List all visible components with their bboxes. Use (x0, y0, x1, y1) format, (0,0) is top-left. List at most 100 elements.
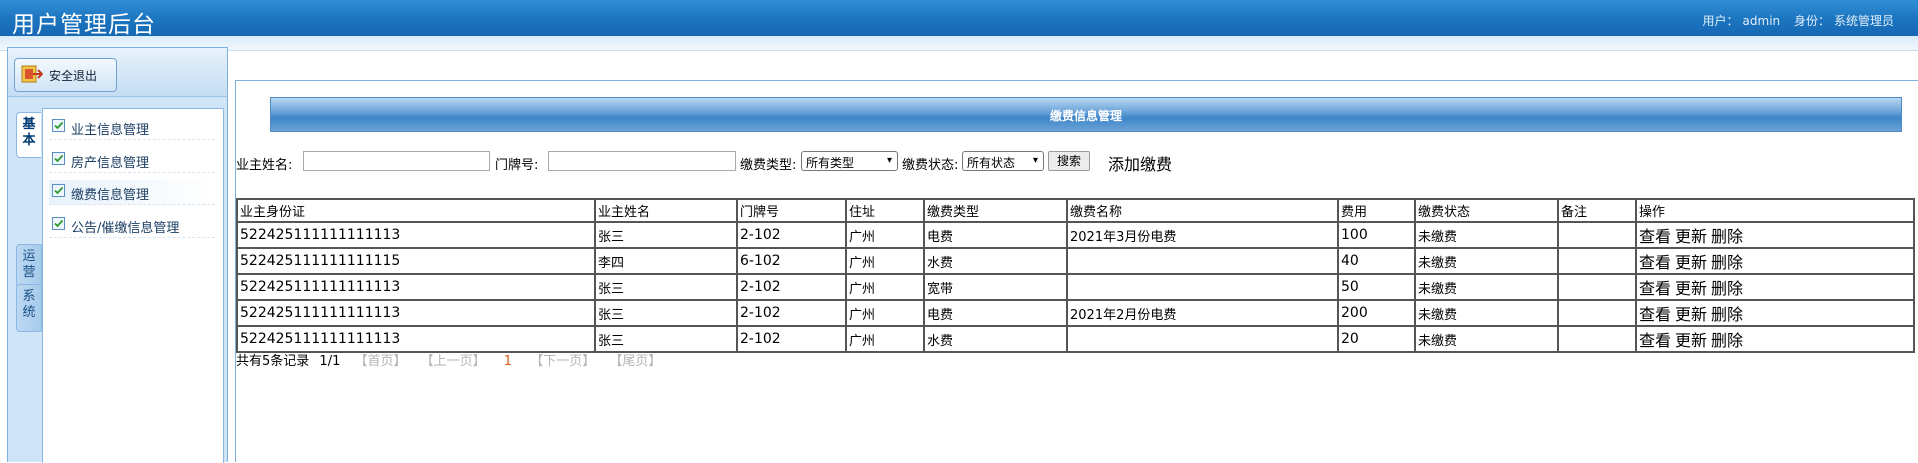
cell-type: 电费 (923, 221, 1068, 249)
sidebar-item-owner[interactable]: 业主信息管理 (49, 115, 215, 140)
header-subbar (0, 36, 1918, 51)
view-link[interactable]: 查看 (1639, 253, 1671, 272)
tab-operation[interactable]: 运营 (16, 244, 42, 288)
tab-basic[interactable]: 基本 (16, 112, 41, 158)
cell-door: 2-102 (736, 273, 847, 301)
cell-amount: 100 (1337, 221, 1416, 249)
cell-owner-name: 张三 (594, 325, 738, 353)
search-button[interactable]: 搜索 (1048, 151, 1090, 171)
app-title: 用户管理后台 (12, 12, 156, 38)
cell-actions: 查看 更新 删除 (1635, 325, 1915, 353)
record-summary: 共有5条记录 (236, 354, 310, 369)
cell-type: 水费 (923, 247, 1068, 275)
delete-link[interactable]: 删除 (1711, 279, 1743, 298)
col-amount: 费用 (1337, 198, 1416, 223)
cell-actions: 查看 更新 删除 (1635, 273, 1915, 301)
cell-owner-name: 张三 (594, 273, 738, 301)
page-count: 1/1 (319, 354, 341, 369)
user-label: 用户： (1702, 14, 1739, 28)
checkbox-icon (52, 184, 65, 197)
payment-type-select[interactable]: 所有类型 ▾ (801, 151, 898, 171)
next-page-link[interactable]: 【下一页】 (530, 354, 595, 369)
checkbox-icon (52, 119, 65, 132)
cell-type: 电费 (923, 299, 1068, 327)
cell-door: 2-102 (736, 325, 847, 353)
role-label: 身份： (1793, 14, 1830, 28)
col-remark: 备注 (1557, 198, 1637, 223)
chevron-down-icon: ▾ (1032, 155, 1038, 166)
cell-amount: 200 (1337, 299, 1416, 327)
user-info: 用户： admin 身份： 系统管理员 (1699, 12, 1894, 29)
cell-type: 水费 (923, 325, 1068, 353)
sidebar-item-property[interactable]: 房产信息管理 (49, 148, 215, 173)
cell-type: 宽带 (923, 273, 1068, 301)
logout-label: 安全退出 (49, 69, 98, 83)
view-link[interactable]: 查看 (1639, 279, 1671, 298)
view-link[interactable]: 查看 (1639, 305, 1671, 324)
door-number-input[interactable] (548, 151, 736, 171)
cell-status: 未缴费 (1414, 273, 1559, 301)
col-type: 缴费类型 (923, 198, 1068, 223)
cell-address: 广州 (845, 221, 925, 249)
owner-name-label: 业主姓名: (236, 158, 293, 173)
view-link[interactable]: 查看 (1639, 227, 1671, 246)
user-name: admin (1742, 14, 1781, 28)
update-link[interactable]: 更新 (1675, 253, 1707, 272)
delete-link[interactable]: 删除 (1711, 227, 1743, 246)
cell-status: 未缴费 (1414, 325, 1559, 353)
sidebar-menu: 业主信息管理 房产信息管理 缴费信息管理 公告/催缴信息管理 (42, 108, 224, 463)
cell-owner-id: 522425111111111113 (236, 325, 596, 353)
logout-button[interactable]: 安全退出 (14, 58, 117, 92)
add-payment-link[interactable]: 添加缴费 (1108, 151, 1172, 175)
col-status: 缴费状态 (1414, 198, 1559, 223)
sidebar-item-payment[interactable]: 缴费信息管理 (49, 180, 215, 205)
cell-status: 未缴费 (1414, 299, 1559, 327)
first-page-link[interactable]: 【首页】 (354, 354, 406, 369)
view-link[interactable]: 查看 (1639, 331, 1671, 350)
col-door: 门牌号 (736, 198, 847, 223)
last-page-link[interactable]: 【尾页】 (609, 354, 661, 369)
cell-owner-id: 522425111111111113 (236, 221, 596, 249)
section-title: 缴费信息管理 (1049, 109, 1122, 123)
cell-remark (1557, 299, 1637, 327)
cell-status: 未缴费 (1414, 247, 1559, 275)
table-row: 522425111111111113 张三 2-102 广州 水费 20 未缴费… (236, 325, 1915, 353)
current-page: 1 (503, 354, 513, 369)
cell-address: 广州 (845, 325, 925, 353)
col-owner-name: 业主姓名 (594, 198, 738, 223)
cell-fee-name (1066, 247, 1339, 275)
update-link[interactable]: 更新 (1675, 279, 1707, 298)
sidebar-item-notice[interactable]: 公告/催缴信息管理 (49, 213, 215, 238)
cell-owner-id: 522425111111111113 (236, 299, 596, 327)
delete-link[interactable]: 删除 (1711, 305, 1743, 324)
cell-actions: 查看 更新 删除 (1635, 221, 1915, 249)
cell-address: 广州 (845, 247, 925, 275)
cell-actions: 查看 更新 删除 (1635, 247, 1915, 275)
cell-owner-id: 522425111111111115 (236, 247, 596, 275)
cell-actions: 查看 更新 删除 (1635, 299, 1915, 327)
delete-link[interactable]: 删除 (1711, 331, 1743, 350)
delete-link[interactable]: 删除 (1711, 253, 1743, 272)
col-address: 住址 (845, 198, 925, 223)
update-link[interactable]: 更新 (1675, 305, 1707, 324)
update-link[interactable]: 更新 (1675, 331, 1707, 350)
payment-table: 业主身份证 业主姓名 门牌号 住址 缴费类型 缴费名称 费用 缴费状态 备注 操… (236, 198, 1915, 353)
cell-remark (1557, 273, 1637, 301)
prev-page-link[interactable]: 【上一页】 (421, 354, 486, 369)
cell-amount: 50 (1337, 273, 1416, 301)
col-owner-id: 业主身份证 (236, 198, 596, 223)
cell-owner-name: 张三 (594, 221, 738, 249)
col-actions: 操作 (1635, 198, 1915, 223)
chevron-down-icon: ▾ (886, 155, 892, 166)
cell-fee-name: 2021年3月份电费 (1066, 221, 1339, 249)
cell-amount: 40 (1337, 247, 1416, 275)
cell-door: 2-102 (736, 221, 847, 249)
tab-system[interactable]: 系统 (16, 284, 42, 332)
cell-fee-name (1066, 325, 1339, 353)
section-header: 缴费信息管理 (270, 97, 1902, 132)
owner-name-input[interactable] (303, 151, 490, 171)
door-number-label: 门牌号: (495, 158, 539, 173)
sidebar: 安全退出 基本 运营 系统 业主信息管理 房产信息管理 缴费信息管理 公告/催缴… (7, 47, 228, 463)
payment-status-select[interactable]: 所有状态 ▾ (962, 151, 1044, 171)
update-link[interactable]: 更新 (1675, 227, 1707, 246)
